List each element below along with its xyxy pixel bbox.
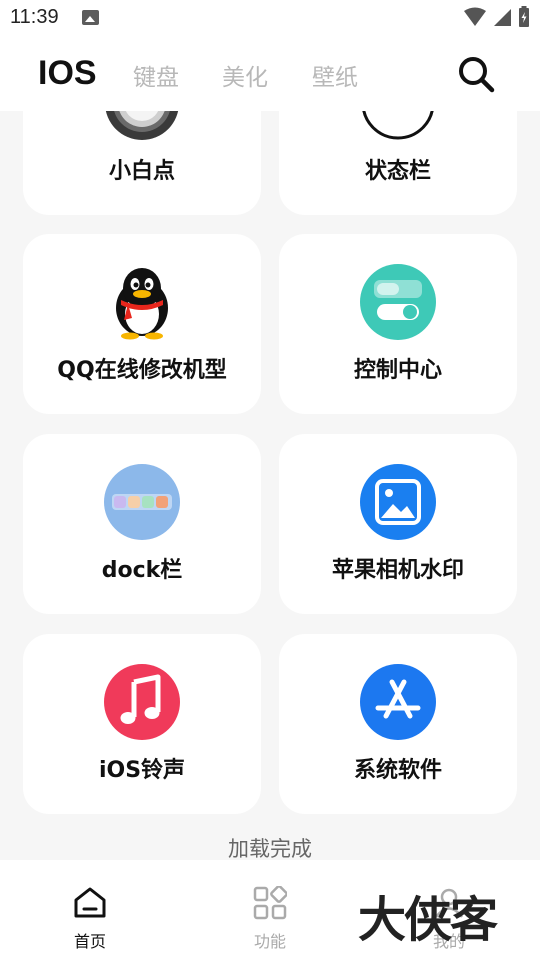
card-system-software[interactable]: 系统软件 — [279, 634, 517, 814]
top-header: IOS 键盘 美化 壁纸 — [0, 36, 540, 111]
search-icon[interactable] — [456, 54, 496, 94]
card-ios-ringtone[interactable]: iOS铃声 — [23, 634, 261, 814]
tab-beautify[interactable]: 美化 — [222, 58, 268, 92]
card-dock[interactable]: dock栏 — [23, 434, 261, 614]
tab-wallpaper[interactable]: 壁纸 — [312, 58, 358, 92]
nav-home-label: 首页 — [73, 932, 106, 951]
status-bar: 11:39 — [0, 0, 540, 36]
home-icon — [74, 887, 106, 918]
card-status-bar[interactable]: 状态栏 — [279, 111, 517, 215]
white-dot-icon — [105, 111, 179, 140]
card-qq-model[interactable]: QQ在线修改机型 — [23, 234, 261, 414]
card-camera-watermark[interactable]: 苹果相机水印 — [279, 434, 517, 614]
control-center-icon — [360, 264, 436, 340]
card-label: 小白点 — [108, 159, 175, 184]
watermark-text: 大侠客 — [358, 892, 498, 948]
feature-grid: 小白点 状态栏 QQ在线修改机型 控制中心 dock栏 苹果相机水印 iOS铃声… — [0, 111, 540, 860]
app-store-icon — [360, 664, 436, 740]
dock-icon — [104, 464, 180, 540]
app-title: IOS — [38, 54, 97, 92]
tab-keyboard[interactable]: 键盘 — [133, 58, 179, 92]
card-white-dot[interactable]: 小白点 — [23, 111, 261, 215]
card-label: iOS铃声 — [98, 758, 186, 783]
status-time: 11:39 — [10, 6, 59, 28]
qq-penguin-icon — [116, 268, 168, 340]
nav-features-label: 功能 — [253, 932, 286, 951]
load-complete-text: 加载完成 — [228, 837, 312, 860]
signal-icon — [494, 9, 511, 26]
status-bar-icon — [362, 111, 434, 140]
status-icons — [464, 6, 530, 28]
card-control-center[interactable]: 控制中心 — [279, 234, 517, 414]
photo-icon — [360, 464, 436, 540]
image-notification-icon — [82, 10, 99, 25]
battery-icon — [519, 6, 529, 27]
wifi-icon — [464, 7, 486, 26]
card-label: 系统软件 — [353, 758, 442, 783]
card-label: 苹果相机水印 — [331, 558, 464, 583]
card-label: dock栏 — [101, 558, 183, 583]
card-label: 状态栏 — [364, 159, 431, 184]
grid-icon — [253, 885, 288, 920]
nav-features[interactable]: 功能 — [230, 885, 310, 952]
music-note-icon — [104, 664, 180, 740]
card-label: 控制中心 — [353, 358, 442, 383]
card-label: QQ在线修改机型 — [57, 358, 227, 383]
nav-home[interactable]: 首页 — [50, 886, 130, 952]
